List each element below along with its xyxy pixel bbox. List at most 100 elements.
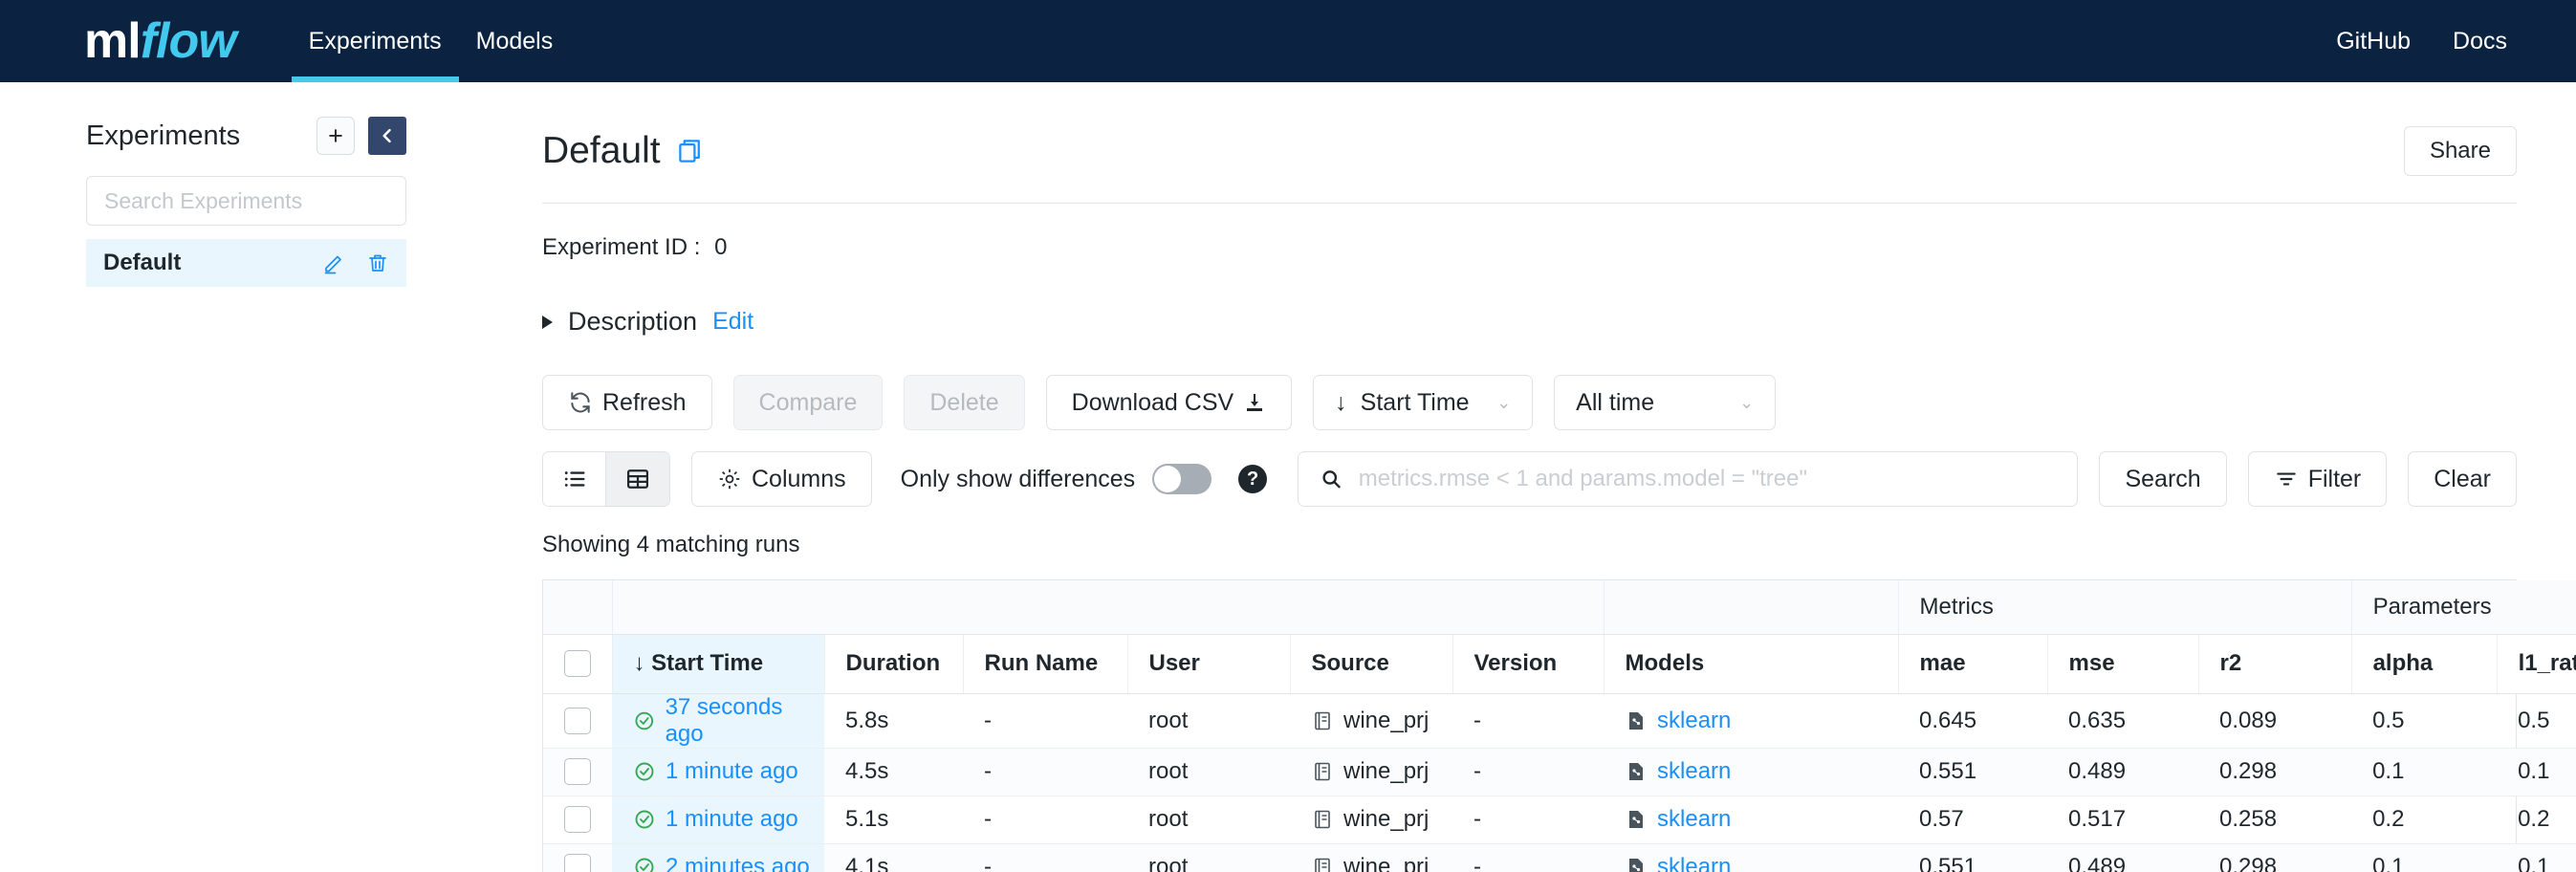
column-header-duration[interactable]: Duration [824,634,964,694]
table-row[interactable]: 1 minute ago 5.1s - root wine_prj - skle… [543,796,2576,844]
sidebar-item-label: Default [103,250,182,275]
question-mark-icon[interactable]: ? [1238,465,1268,493]
cell-run-name: - [963,796,1127,844]
sidebar-item-actions [322,251,389,274]
pencil-icon[interactable] [322,251,345,274]
cell-mae: 0.645 [1898,693,2048,749]
cell-user: root [1127,748,1290,796]
experiment-id-value: 0 [714,234,728,260]
sidebar-title: Experiments [86,120,241,151]
cell-user: root [1127,693,1290,749]
row-checkbox[interactable] [564,707,591,734]
mlflow-logo[interactable]: ml flow [0,0,237,82]
delete-button[interactable]: Delete [904,375,1025,430]
column-header-l1-ratio[interactable]: l1_ratio [2497,634,2576,694]
filter-button[interactable]: Filter [2247,451,2388,507]
cell-duration: 5.8s [824,693,963,749]
cell-l1-ratio: 0.1 [2497,843,2576,872]
nav-tab-models[interactable]: Models [459,0,571,82]
runs-search-input[interactable] [1358,466,2057,492]
cell-start-time: 37 seconds ago [612,693,824,749]
share-button[interactable]: Share [2403,126,2517,176]
nav-tab-experiments[interactable]: Experiments [291,0,459,82]
download-csv-button[interactable]: Download CSV [1045,375,1293,430]
cell-source-label: wine_prj [1343,758,1430,784]
columns-button[interactable]: Columns [691,451,872,507]
cell-version: - [1452,843,1605,872]
column-header-start-time[interactable]: ↓ Start Time [612,634,825,694]
cell-user: root [1127,796,1290,844]
table-row[interactable]: 1 minute ago 4.5s - root wine_prj - skle… [543,748,2576,796]
collapse-sidebar-button[interactable] [368,117,406,155]
row-checkbox[interactable] [564,758,591,785]
table-row[interactable]: 37 seconds ago 5.8s - root wine_prj - sk… [543,693,2576,749]
sidebar-item-default[interactable]: Default [86,239,406,287]
list-view-button[interactable] [543,452,606,506]
check-circle-icon [635,810,654,829]
runs-table: Metrics Parameters ↓ Start Time Duration… [543,580,2576,872]
row-select-cell [543,748,612,796]
cell-duration: 4.5s [824,748,963,796]
only-show-differences-toggle[interactable] [1152,464,1212,494]
column-header-version[interactable]: Version [1452,634,1605,694]
copy-icon [678,140,700,163]
description-expand-caret-icon[interactable] [542,315,553,329]
row-checkbox[interactable] [564,854,591,872]
runs-toolbar-secondary: Columns Only show differences ? Search F… [542,451,2517,507]
nav-link-docs[interactable]: Docs [2453,28,2507,55]
column-header-mae[interactable]: mae [1898,634,2048,694]
cell-source: wine_prj [1290,796,1452,844]
cell-model-link[interactable]: sklearn [1657,806,1731,833]
sort-select[interactable]: ↓ Start Time ⌄ [1313,375,1534,430]
clear-button[interactable]: Clear [2408,451,2517,507]
row-checkbox[interactable] [564,806,591,833]
cell-model-link[interactable]: sklearn [1657,758,1731,785]
run-start-time-link[interactable]: 37 seconds ago [666,694,824,748]
cell-l1-ratio: 0.1 [2497,748,2576,796]
table-row[interactable]: 2 minutes ago 4.1s - root wine_prj - skl… [543,843,2576,872]
column-header-source[interactable]: Source [1290,634,1453,694]
model-icon [1629,711,1644,730]
run-start-time-link[interactable]: 2 minutes ago [666,854,810,872]
column-header-mse[interactable]: mse [2047,634,2199,694]
column-header-r2[interactable]: r2 [2198,634,2352,694]
experiments-sidebar: Experiments + Default [0,82,483,872]
only-show-differences-control: Only show differences [901,464,1212,494]
runs-search-field[interactable] [1298,451,2079,507]
cell-model-link[interactable]: sklearn [1657,708,1731,734]
run-start-time-link[interactable]: 1 minute ago [666,758,798,785]
runs-table-body: 37 seconds ago 5.8s - root wine_prj - sk… [543,693,2576,872]
check-circle-icon [635,858,654,872]
column-header-user[interactable]: User [1127,634,1291,694]
trash-icon[interactable] [366,251,389,274]
time-filter-select[interactable]: All time ⌄ [1554,375,1777,430]
description-edit-link[interactable]: Edit [712,308,753,336]
run-start-time-link[interactable]: 1 minute ago [666,806,798,833]
copy-experiment-name-button[interactable] [676,137,705,165]
cell-model-link[interactable]: sklearn [1657,854,1731,872]
compare-button[interactable]: Compare [732,375,884,430]
search-button[interactable]: Search [2099,451,2227,507]
create-experiment-button[interactable]: + [317,117,355,155]
cell-models: sklearn [1604,796,1899,844]
cell-source: wine_prj [1290,748,1452,796]
description-row: Description Edit [542,307,2517,337]
table-view-button[interactable] [606,452,669,506]
cell-alpha: 0.2 [2351,796,2498,844]
table-group-header-row: Metrics Parameters [543,580,2576,635]
select-all-checkbox[interactable] [564,650,591,677]
refresh-button[interactable]: Refresh [542,375,712,430]
cell-r2: 0.258 [2198,796,2352,844]
search-experiments-field[interactable] [86,176,406,226]
search-experiments-input[interactable] [104,187,388,214]
nav-link-github[interactable]: GitHub [2336,28,2411,55]
download-csv-label: Download CSV [1071,388,1234,416]
column-header-run-name[interactable]: Run Name [963,634,1128,694]
column-header-models[interactable]: Models [1604,634,1899,694]
row-select-cell [543,843,612,872]
refresh-button-label: Refresh [602,388,687,416]
group-header-parameters: Parameters [2351,580,2576,635]
list-icon [564,471,584,487]
time-filter-value: All time [1576,388,1655,416]
column-header-alpha[interactable]: alpha [2351,634,2498,694]
